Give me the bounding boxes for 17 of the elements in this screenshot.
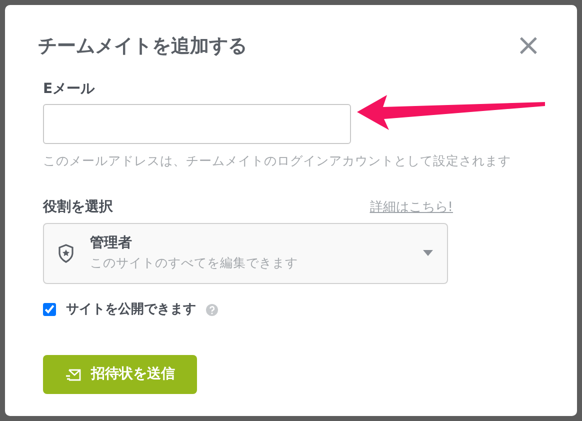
- publish-label[interactable]: サイトを公開できます: [66, 300, 196, 320]
- help-icon[interactable]: [206, 304, 218, 316]
- role-description: このサイトのすべてを編集できます: [90, 254, 299, 272]
- envelope-icon: [65, 368, 81, 382]
- role-label: 役割を選択: [43, 198, 113, 217]
- caret-icon: [423, 250, 433, 256]
- email-label: Eメール: [43, 80, 96, 99]
- role-select[interactable]: 管理者 このサイトのすべてを編集できます: [43, 222, 448, 284]
- publish-checkbox[interactable]: [43, 303, 56, 316]
- details-link[interactable]: 詳細はこちら!: [370, 198, 453, 218]
- role-name: 管理者: [90, 234, 133, 254]
- close-button[interactable]: ×: [514, 31, 543, 61]
- email-field[interactable]: [43, 104, 351, 144]
- dialog-title: チームメイトを追加する: [38, 35, 247, 58]
- send-invitation-button[interactable]: 招待状を送信: [43, 355, 197, 394]
- email-hint: このメールアドレスは、チームメイトのログインアカウントとして設定されます: [43, 152, 512, 170]
- shield-icon: [58, 244, 74, 263]
